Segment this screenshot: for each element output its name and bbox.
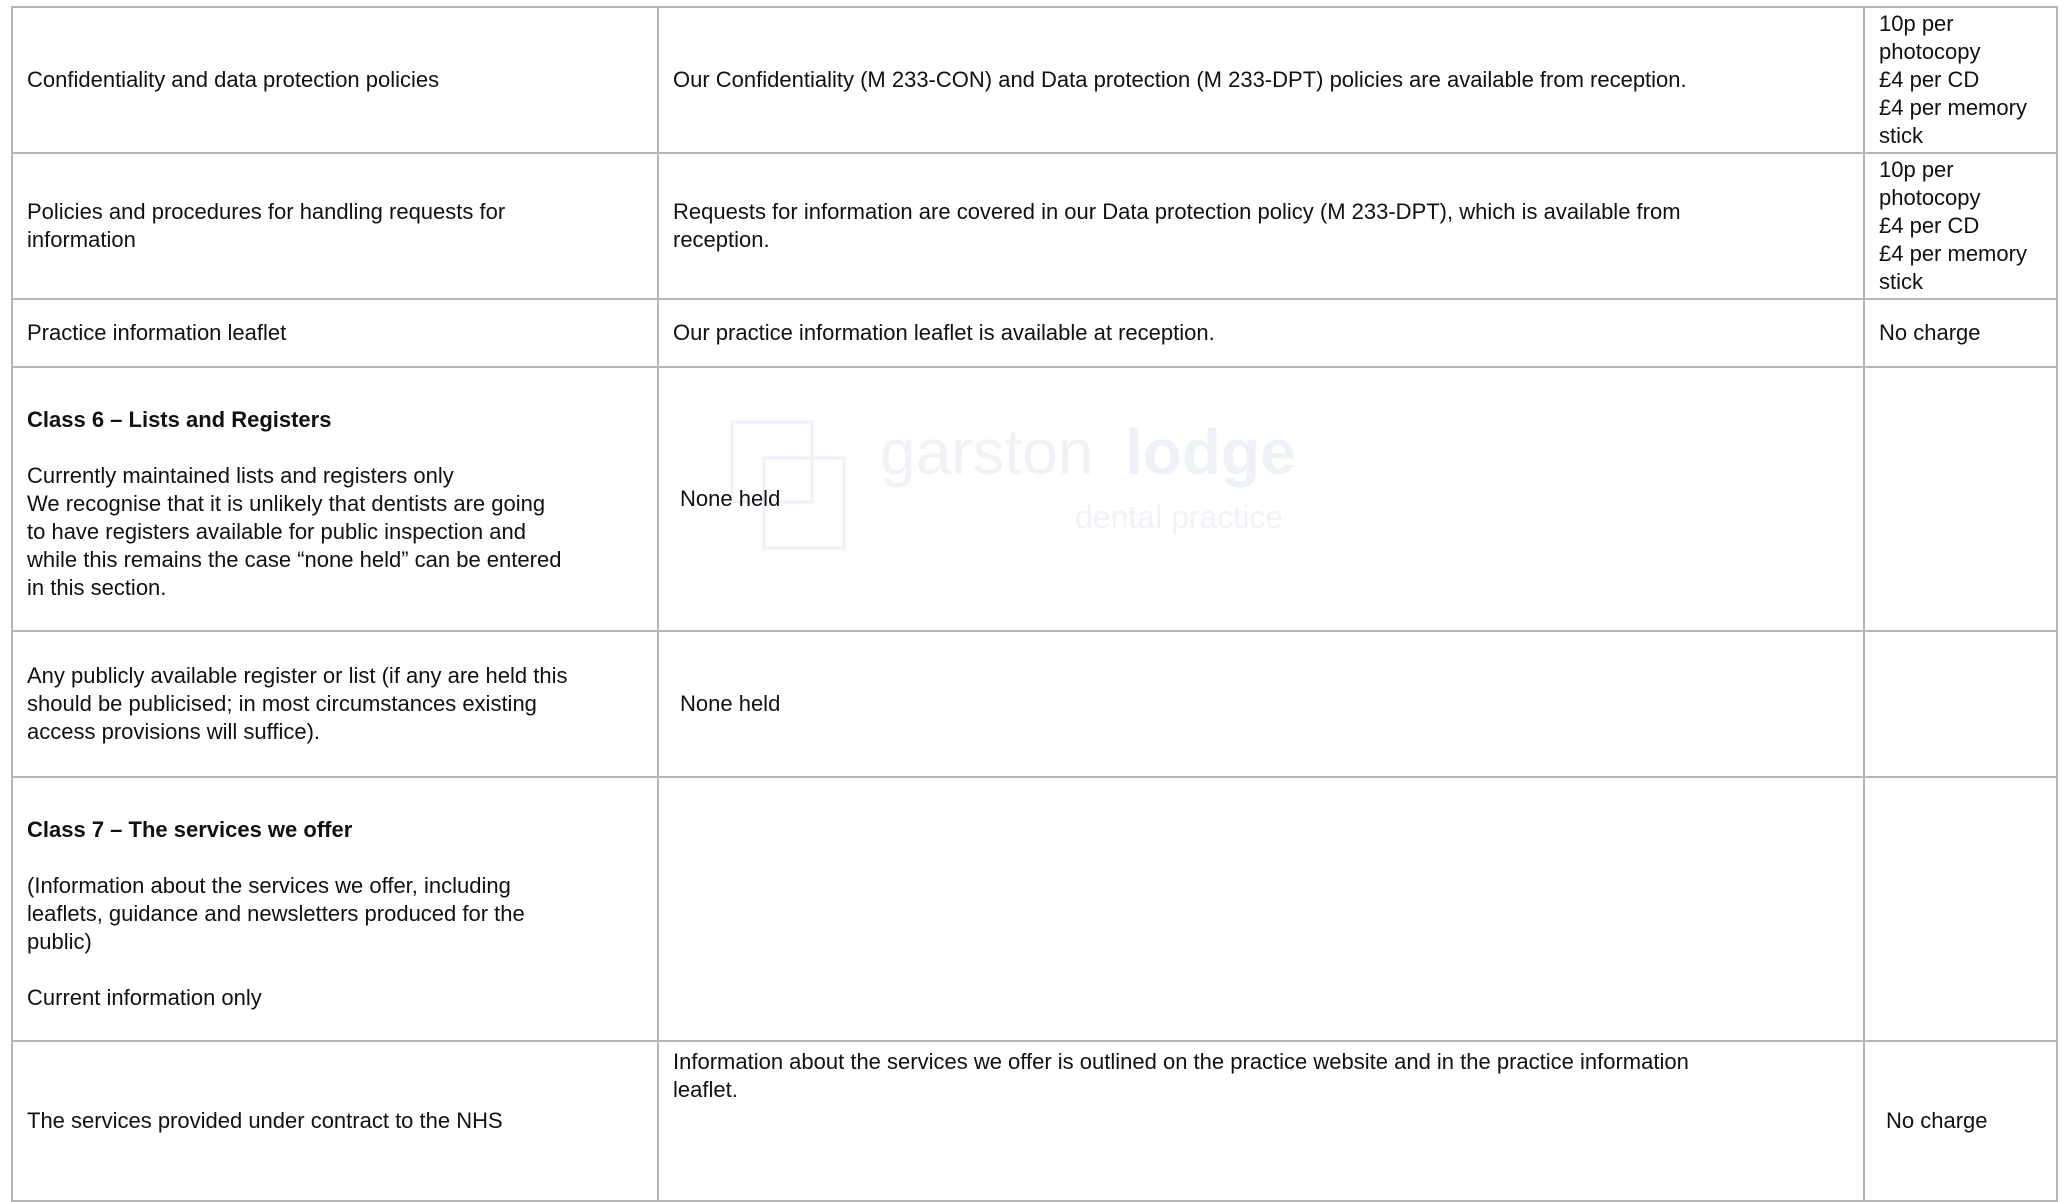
document-page: garston lodge dental practice Confidenti…	[0, 0, 2065, 1202]
table-row: Class 7 – The services we offer (Informa…	[11, 776, 2058, 1042]
charge-cell: No charge	[1863, 1040, 2058, 1202]
availability-cell	[657, 776, 1865, 1042]
publication-scheme-table: Confidentiality and data protection poli…	[11, 6, 2058, 1202]
information-class-cell: Class 6 – Lists and Registers Currently …	[11, 366, 659, 632]
availability-cell: None held	[657, 630, 1865, 778]
availability-cell: Information about the services we offer …	[657, 1040, 1865, 1202]
table-row: Policies and procedures for handling req…	[11, 152, 2058, 300]
table-row: Practice information leaflet Our practic…	[11, 298, 2058, 368]
charge-cell: 10p per photocopy £4 per CD £4 per memor…	[1863, 6, 2058, 154]
availability-cell: Our practice information leaflet is avai…	[657, 298, 1865, 368]
class-description: (Information about the services we offer…	[27, 873, 525, 1010]
class-heading: Class 6 – Lists and Registers	[27, 407, 332, 432]
table-row: The services provided under contract to …	[11, 1040, 2058, 1202]
charge-cell	[1863, 366, 2058, 632]
table-row: Class 6 – Lists and Registers Currently …	[11, 366, 2058, 632]
charge-cell: 10p per photocopy £4 per CD £4 per memor…	[1863, 152, 2058, 300]
information-class-cell: Class 7 – The services we offer (Informa…	[11, 776, 659, 1042]
class-heading: Class 7 – The services we offer	[27, 817, 353, 842]
availability-cell: Our Confidentiality (M 233-CON) and Data…	[657, 6, 1865, 154]
charge-cell: No charge	[1863, 298, 2058, 368]
availability-cell: None held	[657, 366, 1865, 632]
information-class-cell: The services provided under contract to …	[11, 1040, 659, 1202]
charge-cell	[1863, 630, 2058, 778]
availability-cell: Requests for information are covered in …	[657, 152, 1865, 300]
table-row: Confidentiality and data protection poli…	[11, 6, 2058, 154]
table-row: Any publicly available register or list …	[11, 630, 2058, 778]
information-class-cell: Confidentiality and data protection poli…	[11, 6, 659, 154]
charge-cell	[1863, 776, 2058, 1042]
information-class-cell: Policies and procedures for handling req…	[11, 152, 659, 300]
information-class-cell: Any publicly available register or list …	[11, 630, 659, 778]
information-class-cell: Practice information leaflet	[11, 298, 659, 368]
class-description: Currently maintained lists and registers…	[27, 463, 562, 600]
